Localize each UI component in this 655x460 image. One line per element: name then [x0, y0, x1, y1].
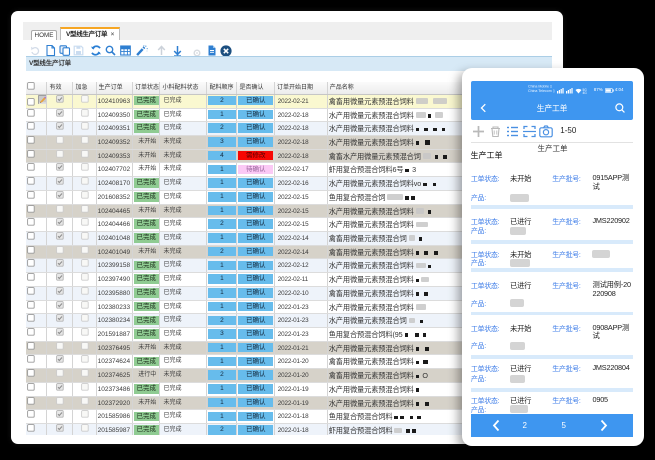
- svg-text:4G: 4G: [583, 91, 588, 94]
